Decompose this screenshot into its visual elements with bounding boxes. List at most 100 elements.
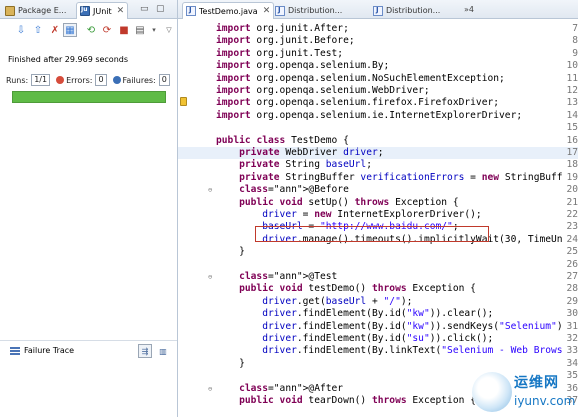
code-line[interactable]: 18 private String baseUrl; bbox=[178, 159, 578, 171]
code-text: private StringBuffer verificationErrors … bbox=[239, 171, 563, 183]
code-text: import org.openqa.selenium.firefox.Firef… bbox=[216, 97, 500, 109]
fold-toggle-icon[interactable]: ⊖ bbox=[208, 383, 212, 395]
code-line[interactable]: 21 public void setUp() throws Exception … bbox=[178, 197, 578, 209]
editor-panel: TestDemo.java ✕ Distribution... Distribu… bbox=[178, 0, 578, 417]
code-line[interactable]: 29 driver.get(baseUrl + "/"); bbox=[178, 296, 578, 308]
stop-icon[interactable]: ■ bbox=[117, 23, 131, 37]
code-line[interactable]: 19 private StringBuffer verificationErro… bbox=[178, 172, 578, 184]
code-line[interactable]: 14 import org.openqa.selenium.ie.Internet… bbox=[178, 110, 578, 122]
history-icon[interactable]: ▤ bbox=[133, 23, 147, 37]
junit-view-panel: Package E... JUnit ✕ ▭ ▢ ⇩ ⇧ ✗ ▦ ⟲ ⟳ ■ ▤… bbox=[0, 0, 178, 417]
line-number: 23 bbox=[566, 221, 578, 233]
next-failure-icon[interactable]: ⇩ bbox=[14, 23, 28, 37]
code-line[interactable]: 26 bbox=[178, 259, 578, 271]
close-icon[interactable]: ✕ bbox=[117, 6, 125, 16]
code-line[interactable]: 27 ⊖ class="ann">@Test bbox=[178, 271, 578, 283]
code-line[interactable]: 12 import org.openqa.selenium.WebDriver; bbox=[178, 85, 578, 97]
history-dropdown-icon[interactable]: ▾ bbox=[147, 23, 161, 37]
runs-label: Runs: bbox=[6, 75, 29, 85]
tab-distribution-2[interactable]: Distribution... bbox=[370, 2, 443, 19]
code-text: class="ann">@Test bbox=[239, 271, 338, 282]
code-line[interactable]: 32 driver.findElement(By.id("su")).click… bbox=[178, 333, 578, 345]
line-number: 20 bbox=[566, 184, 578, 196]
code-line[interactable]: 31 driver.findElement(By.id("kw")).sendK… bbox=[178, 321, 578, 333]
code-text: class="ann">@After bbox=[239, 382, 344, 394]
fold-toggle-icon[interactable]: ⊖ bbox=[208, 184, 212, 196]
failure-icon bbox=[112, 76, 121, 84]
warning-marker-icon[interactable] bbox=[180, 97, 187, 107]
maximize-icon[interactable]: ▢ bbox=[156, 4, 165, 14]
failures-value: 0 bbox=[158, 74, 170, 86]
code-editor[interactable]: 7 import org.junit.After; 8 import org.juni… bbox=[178, 20, 578, 417]
code-line[interactable]: 10 import org.openqa.selenium.By; bbox=[178, 60, 578, 72]
code-line[interactable]: 20 ⊖ class="ann">@Before bbox=[178, 184, 578, 196]
line-number: 14 bbox=[566, 109, 578, 121]
code-text: import org.openqa.selenium.ie.InternetEx… bbox=[216, 109, 523, 121]
line-number: 13 bbox=[566, 97, 578, 109]
code-line[interactable]: 28 public void testDemo() throws Excepti… bbox=[178, 283, 578, 295]
left-tab-bar: Package E... JUnit ✕ ▭ ▢ bbox=[0, 0, 177, 19]
line-number: 27 bbox=[566, 271, 578, 282]
code-text: import org.openqa.selenium.NoSuchElement… bbox=[216, 72, 505, 84]
errors-label: Errors: bbox=[66, 75, 93, 85]
code-line[interactable]: 9 import org.junit.Test; bbox=[178, 48, 578, 60]
progress-bar bbox=[12, 91, 166, 103]
rerun-failed-icon[interactable]: ⟳ bbox=[100, 23, 114, 37]
code-text: class="ann">@Before bbox=[239, 184, 349, 196]
line-number: 25 bbox=[566, 246, 578, 258]
tab-distribution-1[interactable]: Distribution... bbox=[272, 2, 345, 19]
view-menu-icon[interactable]: ▽ bbox=[162, 23, 176, 37]
watermark-text-en: iyunv.com bbox=[514, 394, 576, 408]
line-number: 30 bbox=[566, 308, 578, 320]
code-line[interactable]: 13 import org.openqa.selenium.firefox.Fir… bbox=[178, 97, 578, 109]
code-line[interactable]: 15 bbox=[178, 122, 578, 134]
filter-stack-trace-icon[interactable]: ⇶ bbox=[138, 344, 152, 358]
runs-value: 1/1 bbox=[31, 74, 51, 86]
code-line[interactable]: 22 driver = new InternetExplorerDriver()… bbox=[178, 209, 578, 221]
errors-value: 0 bbox=[95, 74, 107, 86]
tab-junit[interactable]: JUnit ✕ bbox=[76, 2, 129, 19]
failure-trace-label: Failure Trace bbox=[24, 346, 75, 355]
run-status: Finished after 29.969 seconds bbox=[8, 55, 129, 64]
tab-distribution-1-label: Distribution... bbox=[288, 6, 343, 15]
tab-testdemo-java[interactable]: TestDemo.java ✕ bbox=[182, 2, 275, 19]
code-text: public void tearDown() throws Exception … bbox=[239, 395, 476, 406]
tab-overflow-indicator[interactable]: »4 bbox=[464, 5, 474, 14]
tab-package-explorer[interactable]: Package E... bbox=[2, 2, 69, 19]
code-line[interactable]: 8 import org.junit.Before; bbox=[178, 35, 578, 47]
code-line[interactable]: 30 driver.findElement(By.id("kw")).clear… bbox=[178, 308, 578, 320]
scroll-lock-icon[interactable]: ▦ bbox=[63, 23, 77, 37]
code-line[interactable]: 33 driver.findElement(By.linkText("Selen… bbox=[178, 345, 578, 357]
code-line[interactable]: 11 import org.openqa.selenium.NoSuchEleme… bbox=[178, 73, 578, 85]
code-text: driver.findElement(By.linkText("Selenium… bbox=[262, 345, 563, 357]
line-number: 26 bbox=[566, 258, 578, 270]
tab-distribution-2-label: Distribution... bbox=[386, 6, 441, 15]
show-failures-only-icon[interactable]: ✗ bbox=[48, 23, 62, 37]
junit-toolbar: ⇩ ⇧ ✗ ▦ ⟲ ⟳ ■ ▤ ▾ ▽ bbox=[0, 20, 177, 40]
code-line[interactable]: 7 import org.junit.After; bbox=[178, 23, 578, 35]
code-line[interactable]: 16 public class TestDemo { bbox=[178, 135, 578, 147]
code-text: driver = new InternetExplorerDriver(); bbox=[262, 209, 482, 220]
compare-result-icon[interactable]: ▥ bbox=[156, 344, 170, 358]
minimize-icon[interactable]: ▭ bbox=[140, 4, 149, 14]
code-text: import org.junit.After; bbox=[216, 23, 349, 34]
fold-toggle-icon[interactable]: ⊖ bbox=[208, 271, 212, 283]
line-number: 28 bbox=[566, 283, 578, 295]
rerun-icon[interactable]: ⟲ bbox=[84, 23, 98, 37]
line-number: 12 bbox=[566, 85, 578, 96]
close-icon[interactable]: ✕ bbox=[263, 6, 271, 16]
code-line[interactable]: 17 private WebDriver driver; bbox=[178, 147, 578, 159]
previous-failure-icon[interactable]: ⇧ bbox=[31, 23, 45, 37]
failures-label: Failures: bbox=[122, 75, 156, 85]
tab-testdemo-label: TestDemo.java bbox=[199, 6, 258, 16]
code-line[interactable]: 25 } bbox=[178, 246, 578, 258]
java-file-icon bbox=[275, 5, 285, 16]
watermark-circle-icon bbox=[472, 372, 512, 412]
line-number: 21 bbox=[566, 196, 578, 208]
code-text: driver.findElement(By.id("kw")).sendKeys… bbox=[262, 320, 563, 332]
tab-junit-label: JUnit bbox=[93, 6, 112, 16]
failure-trace-header: Failure Trace ⇶ ▥ bbox=[0, 340, 177, 360]
code-text: import org.openqa.selenium.By; bbox=[216, 60, 390, 72]
code-text: import org.openqa.selenium.WebDriver; bbox=[216, 85, 430, 96]
code-text: } bbox=[216, 357, 245, 369]
